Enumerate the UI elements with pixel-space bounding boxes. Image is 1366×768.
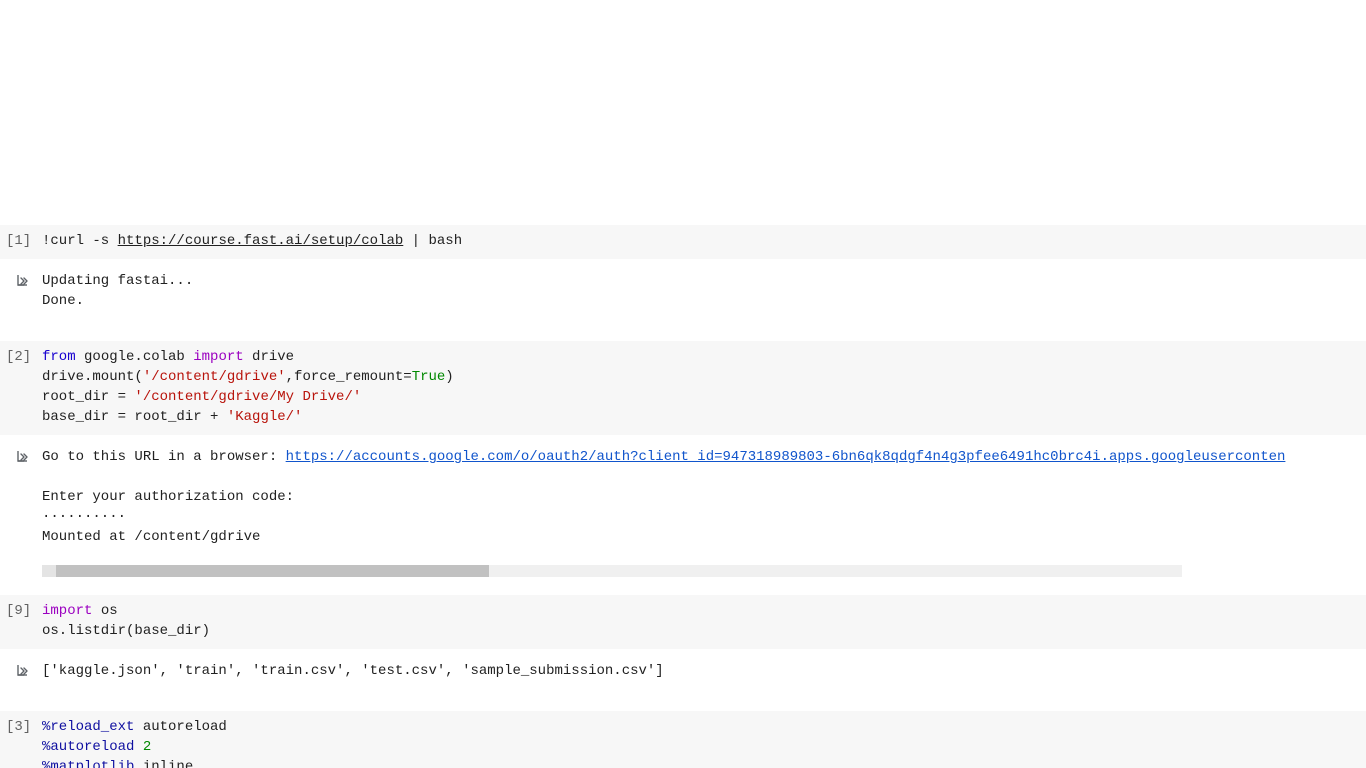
output-gutter xyxy=(0,271,42,289)
cell-prompt: [2] xyxy=(0,347,42,367)
cell-spacer xyxy=(0,693,1366,711)
output-icon xyxy=(14,273,30,289)
cell-prompt: [9] xyxy=(0,601,42,621)
cell-spacer xyxy=(0,323,1366,341)
output-gutter xyxy=(0,661,42,679)
output-content: Updating fastai... Done. xyxy=(42,271,1366,311)
notebook: [1]!curl -s https://course.fast.ai/setup… xyxy=(0,225,1366,768)
output-gutter xyxy=(0,447,42,465)
cell-prompt: [1] xyxy=(0,231,42,251)
output-cell: ['kaggle.json', 'train', 'train.csv', 't… xyxy=(0,649,1366,693)
code-content[interactable]: import os os.listdir(base_dir) xyxy=(42,601,1366,641)
output-icon xyxy=(14,449,30,465)
code-cell[interactable]: [9]import os os.listdir(base_dir) xyxy=(0,595,1366,649)
code-cell[interactable]: [2]from google.colab import drive drive.… xyxy=(0,341,1366,435)
scrollbar-thumb[interactable] xyxy=(56,565,489,577)
code-content[interactable]: !curl -s https://course.fast.ai/setup/co… xyxy=(42,231,1366,251)
output-icon xyxy=(14,663,30,679)
output-content: Go to this URL in a browser: https://acc… xyxy=(42,447,1366,547)
output-cell: Go to this URL in a browser: https://acc… xyxy=(0,435,1366,559)
cell-spacer xyxy=(0,577,1366,595)
code-cell[interactable]: [1]!curl -s https://course.fast.ai/setup… xyxy=(0,225,1366,259)
output-content: ['kaggle.json', 'train', 'train.csv', 't… xyxy=(42,661,1366,681)
cell-prompt: [3] xyxy=(0,717,42,737)
code-content[interactable]: %reload_ext autoreload %autoreload 2 %ma… xyxy=(42,717,1366,768)
output-cell: Updating fastai... Done. xyxy=(0,259,1366,323)
code-cell[interactable]: [3]%reload_ext autoreload %autoreload 2 … xyxy=(0,711,1366,768)
code-content[interactable]: from google.colab import drive drive.mou… xyxy=(42,347,1366,427)
blank-top xyxy=(0,0,1366,225)
horizontal-scrollbar[interactable] xyxy=(42,565,1182,577)
